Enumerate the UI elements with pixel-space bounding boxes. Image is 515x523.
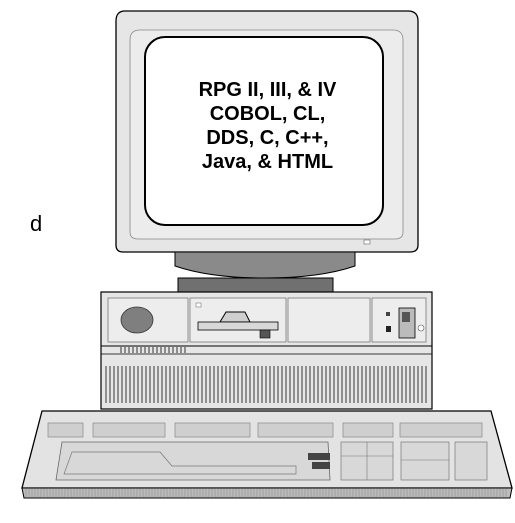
monitor-power-light [363,239,371,245]
keyboard-icon [21,410,513,499]
keyboard-edge-texture [25,489,507,497]
side-text: d [30,211,43,236]
screen-text-block: RPG II, III, & IV COBOL, CL, DDS, C, C++… [150,78,385,174]
screen-line: COBOL, CL, [209,103,326,125]
screen-line: RPG II, III, & IV [198,79,337,101]
power-button [120,306,154,334]
screen-line: Java, & HTML [201,151,334,173]
screen-line: DDS, C, C++, [206,127,329,149]
system-unit-icon [100,291,433,410]
monitor-base [177,277,334,293]
front-vent-grille [105,366,427,403]
